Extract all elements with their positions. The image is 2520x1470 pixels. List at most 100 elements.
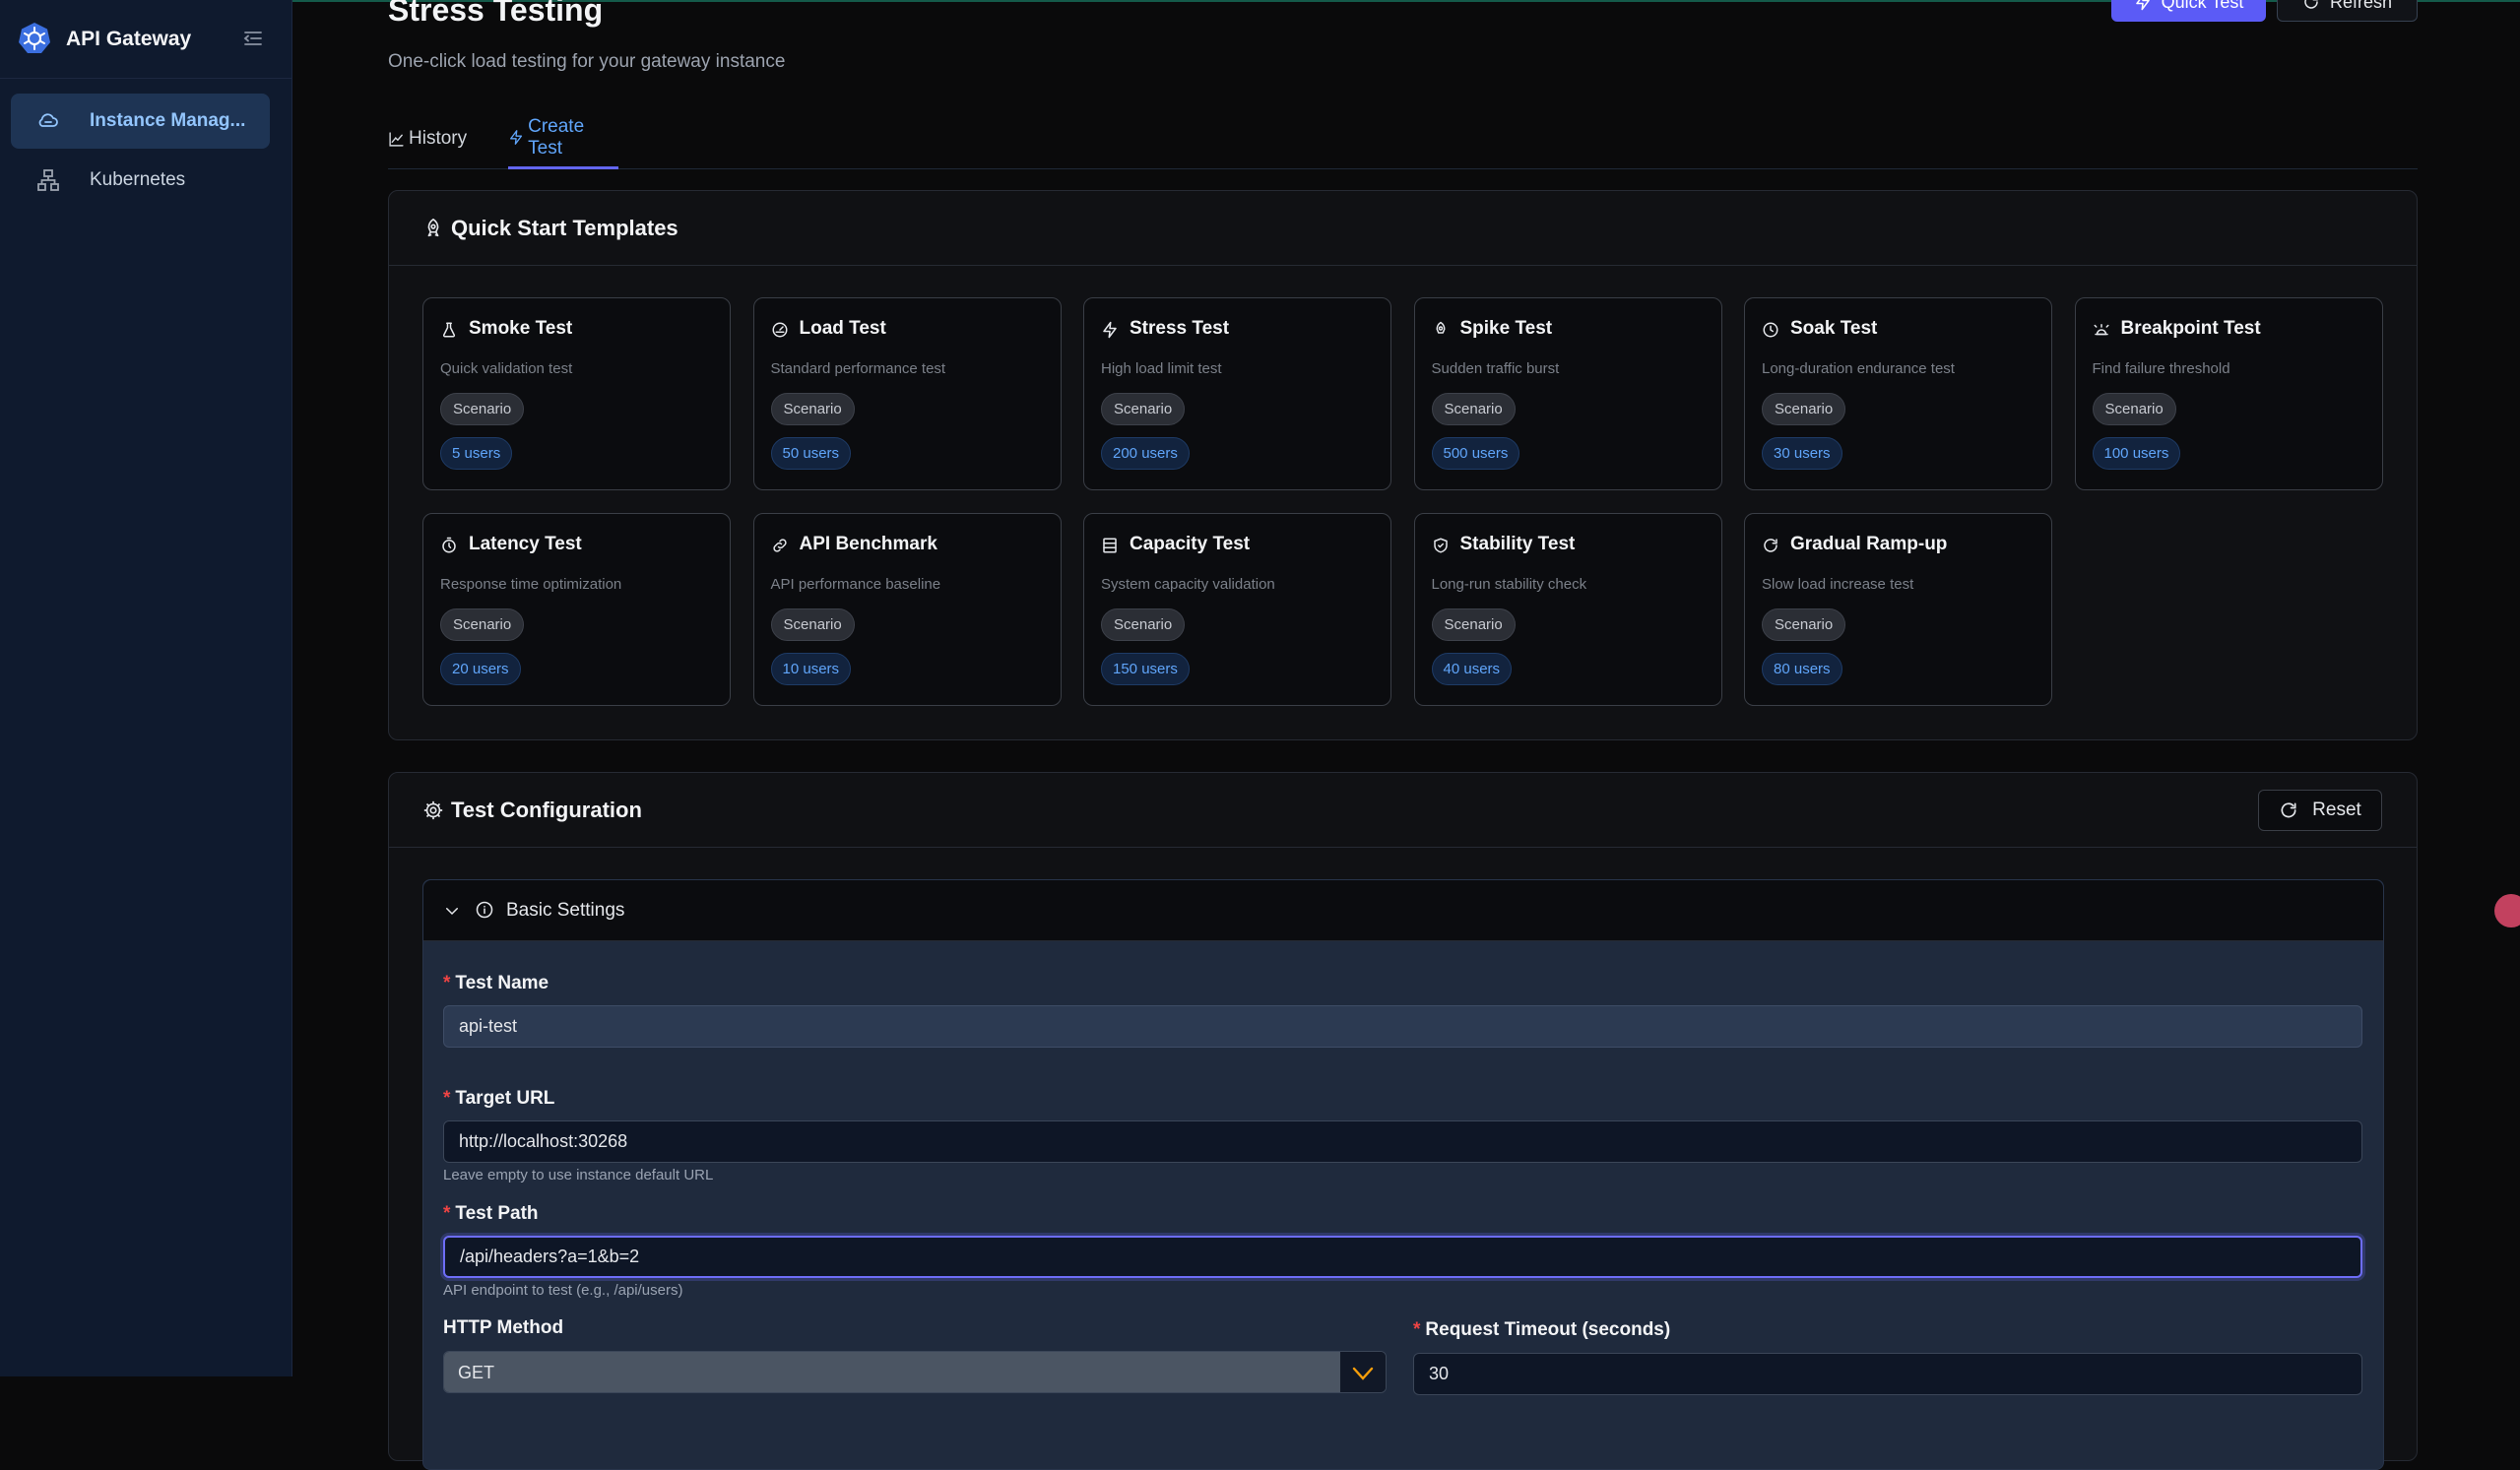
- test-name-input[interactable]: api-test: [443, 1005, 2362, 1048]
- rocket-icon: [427, 219, 439, 237]
- config-title: Test Configuration: [451, 798, 642, 822]
- scenario-badge: Scenario: [1762, 393, 1846, 425]
- template-card[interactable]: Stability Test Long-run stability check Sc…: [1413, 513, 1722, 706]
- rocket-icon: [1436, 321, 1445, 334]
- scenario-badge: Scenario: [1101, 608, 1186, 641]
- http-method-select[interactable]: GET: [443, 1351, 1387, 1393]
- refresh-button[interactable]: Refresh: [2277, 0, 2418, 22]
- test-path-label: * Test Path: [443, 1203, 539, 1224]
- users-badge: 200 users: [1101, 437, 1190, 470]
- scenario-badge: Scenario: [1762, 608, 1846, 641]
- kubernetes-logo-icon: [19, 23, 50, 53]
- scenario-badge: Scenario: [1101, 393, 1186, 425]
- tab-create-test[interactable]: Create Test: [508, 108, 618, 169]
- users-badge: 150 users: [1101, 653, 1190, 685]
- template-card[interactable]: Smoke Test Quick validation test Scenario 5…: [422, 297, 731, 490]
- template-name: Gradual Ramp-up: [1790, 534, 1948, 554]
- target-url-input[interactable]: http://localhost:30268: [443, 1120, 2362, 1163]
- users-badge: 10 users: [770, 653, 852, 685]
- tab-history[interactable]: History: [388, 108, 467, 169]
- template-card[interactable]: Latency Test Response time optimization Sc…: [422, 513, 731, 706]
- template-description: High load limit test: [1101, 360, 1222, 377]
- menu-collapse-icon[interactable]: [241, 27, 265, 50]
- template-description: Long-run stability check: [1431, 576, 1587, 593]
- reset-label: Reset: [2312, 799, 2361, 820]
- quick-test-button[interactable]: Quick Test: [2111, 0, 2266, 22]
- main-content: Stress Testing One-click load testing fo…: [292, 0, 2520, 1470]
- template-description: Standard performance test: [770, 360, 946, 377]
- floating-action-button[interactable]: [2494, 894, 2520, 927]
- test-path-input[interactable]: /api/headers?a=1&b=2: [443, 1236, 2362, 1278]
- sidebar-item-kubernetes[interactable]: Kubernetes: [11, 153, 270, 208]
- scenario-badge: Scenario: [770, 393, 855, 425]
- select-arrow: [1340, 1352, 1386, 1392]
- template-name: Soak Test: [1790, 318, 1878, 339]
- test-name-label: * Test Name: [443, 973, 549, 993]
- cloud-icon: [38, 113, 58, 127]
- scenario-badge: Scenario: [1431, 393, 1516, 425]
- brand-title: API Gateway: [66, 28, 192, 50]
- basic-settings-label: Basic Settings: [506, 900, 625, 921]
- zap-icon: [510, 130, 523, 145]
- users-badge: 80 users: [1762, 653, 1842, 685]
- http-method-label: HTTP Method: [443, 1317, 564, 1338]
- quick-test-label: Quick Test: [2161, 0, 2244, 12]
- refresh-icon: [2304, 0, 2318, 9]
- users-badge: 500 users: [1431, 437, 1520, 470]
- gear-icon: [423, 800, 443, 820]
- timeout-label: * Request Timeout (seconds): [1413, 1319, 1671, 1340]
- timer-icon: [442, 537, 456, 553]
- templates-card-header: Quick Start Templates: [389, 191, 2417, 266]
- users-badge: 5 users: [440, 437, 513, 470]
- page-subtitle: One-click load testing for your gateway …: [388, 51, 786, 72]
- template-name: Stress Test: [1130, 318, 1230, 339]
- template-description: Response time optimization: [440, 576, 622, 593]
- chevron-down-icon: [446, 908, 458, 916]
- line-chart-icon: [389, 131, 404, 147]
- template-name: Capacity Test: [1130, 534, 1251, 554]
- template-card[interactable]: API Benchmark API performance baseline Sce…: [752, 513, 1062, 706]
- refresh-label: Refresh: [2329, 0, 2393, 12]
- sidebar-item-label: Instance Manag...: [90, 110, 246, 131]
- users-badge: 30 users: [1762, 437, 1842, 470]
- template-name: Latency Test: [469, 534, 582, 554]
- basic-settings-section: Basic Settings * Test Name api-test * Targ…: [422, 879, 2384, 1470]
- template-card[interactable]: Breakpoint Test Find failure threshold Sce…: [2074, 297, 2383, 490]
- users-badge: 20 users: [440, 653, 521, 685]
- timeout-input[interactable]: 30: [1413, 1353, 2362, 1395]
- template-card[interactable]: Gradual Ramp-up Slow load increase test Sc…: [1744, 513, 2052, 706]
- template-card[interactable]: Stress Test High load limit test Scenario 2…: [1083, 297, 1391, 490]
- zap-icon: [1103, 321, 1117, 339]
- users-badge: 50 users: [770, 437, 852, 470]
- users-badge: 100 users: [2092, 437, 2181, 470]
- sidebar-item-instance-management[interactable]: Instance Manag...: [11, 94, 270, 149]
- sidebar-item-label: Kubernetes: [90, 169, 186, 190]
- template-description: System capacity validation: [1101, 576, 1275, 593]
- scenario-badge: Scenario: [440, 608, 525, 641]
- scenario-badge: Scenario: [440, 393, 525, 425]
- template-card[interactable]: Spike Test Sudden traffic burst Scenario 50…: [1413, 297, 1722, 490]
- scenario-badge: Scenario: [2092, 393, 2176, 425]
- template-description: Slow load increase test: [1762, 576, 1914, 593]
- config-card: Test Configuration Reset Basic Settings …: [388, 772, 2418, 1470]
- refresh-icon: [2281, 802, 2296, 818]
- template-name: Load Test: [799, 318, 886, 339]
- template-description: Find failure threshold: [2092, 360, 2230, 377]
- template-card[interactable]: Soak Test Long-duration endurance test Sce…: [1744, 297, 2052, 490]
- clock-icon: [1763, 322, 1778, 338]
- template-description: API performance baseline: [770, 576, 941, 593]
- shield-icon: [1433, 538, 1448, 553]
- reset-button[interactable]: Reset: [2258, 790, 2382, 831]
- template-card[interactable]: Capacity Test System capacity validation S…: [1083, 513, 1391, 706]
- template-name: Stability Test: [1459, 534, 1576, 554]
- target-url-hint: Leave empty to use instance default URL: [443, 1167, 714, 1183]
- users-badge: 40 users: [1431, 653, 1513, 685]
- template-name: Breakpoint Test: [2120, 318, 2261, 339]
- tab-bar: History Create Test: [388, 108, 2418, 169]
- template-card[interactable]: Load Test Standard performance test Scenar…: [752, 297, 1062, 490]
- refresh-icon: [1764, 539, 1777, 552]
- tab-label: Create Test: [528, 115, 585, 159]
- template-name: Spike Test: [1459, 318, 1553, 339]
- server-icon: [1103, 538, 1117, 553]
- basic-settings-header[interactable]: Basic Settings: [423, 880, 2383, 941]
